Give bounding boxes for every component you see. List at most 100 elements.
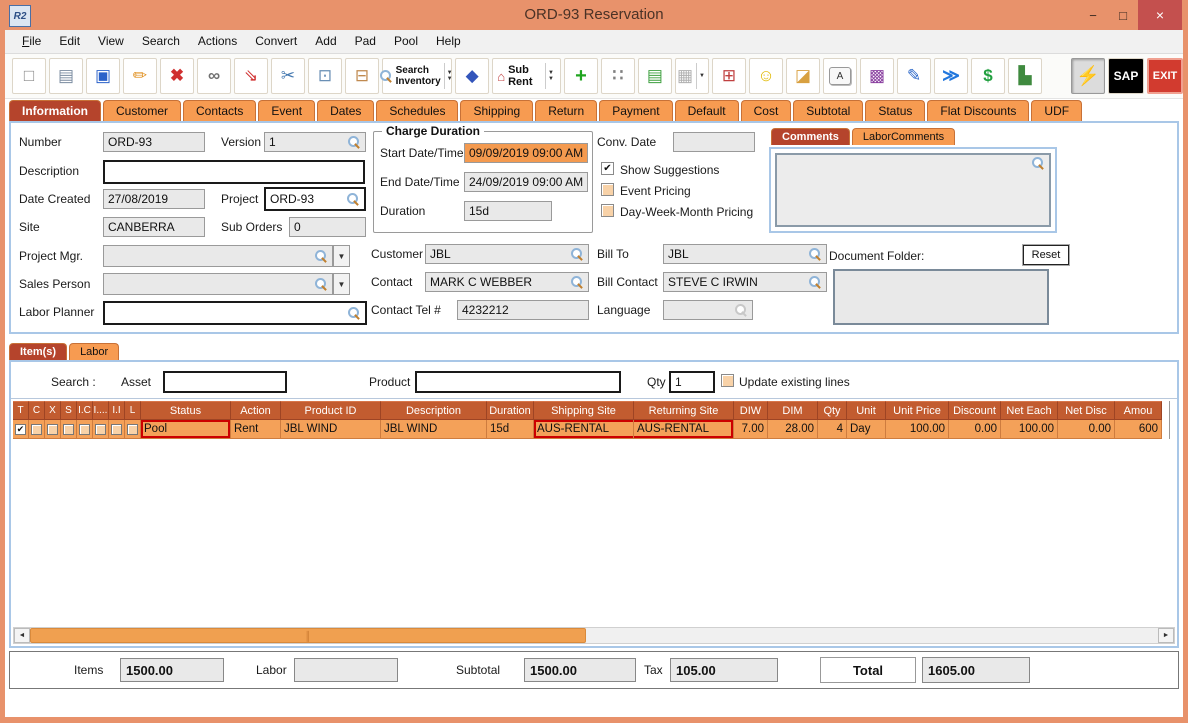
description-field[interactable] (103, 160, 365, 184)
cell-dim[interactable]: 28.00 (768, 420, 818, 439)
comments-textarea[interactable] (775, 153, 1051, 227)
folder-button[interactable]: ◪ (786, 58, 820, 94)
cell-unit[interactable]: Day (847, 420, 886, 439)
sub-rent-button[interactable]: ⌂ Sub Rent ▼▼ (492, 58, 561, 94)
scroll-left-arrow[interactable]: ◄ (14, 628, 30, 643)
sap-button[interactable]: SAP (1108, 58, 1144, 94)
search-icon[interactable] (315, 278, 328, 291)
contact-field[interactable]: MARK C WEBBER (425, 272, 589, 292)
tab-subtotal[interactable]: Subtotal (793, 100, 863, 121)
col-header-t[interactable]: T (13, 401, 29, 420)
version-field[interactable]: 1 (264, 132, 366, 152)
col-header-unit[interactable]: Unit (847, 401, 886, 420)
col-header-c[interactable]: C (29, 401, 45, 420)
col-header-returning-site[interactable]: Returning Site (634, 401, 734, 420)
col-header-dim[interactable]: DIM (768, 401, 818, 420)
cell-diw[interactable]: 7.00 (734, 420, 768, 439)
cell-duration[interactable]: 15d (487, 420, 534, 439)
search-icon[interactable] (809, 276, 822, 289)
labor-planner-field[interactable] (103, 301, 367, 325)
cell-description[interactable]: JBL WIND (381, 420, 487, 439)
add-line-button[interactable]: + (564, 58, 598, 94)
cell-unit-price[interactable]: 100.00 (886, 420, 949, 439)
scrollbar-thumb[interactable]: ║ (30, 628, 586, 643)
cell-net-each[interactable]: 100.00 (1001, 420, 1058, 439)
titlebar[interactable]: R2 ORD-93 Reservation − □ × (0, 0, 1188, 30)
menu-add[interactable]: Add (306, 30, 345, 53)
project-field[interactable]: ORD-93 (264, 187, 366, 211)
menu-pool[interactable]: Pool (385, 30, 427, 53)
tab-information[interactable]: Information (9, 100, 101, 121)
cube-button[interactable]: ▩ (860, 58, 894, 94)
col-header-diw[interactable]: DIW (734, 401, 768, 420)
edit-button[interactable]: ✏ (123, 58, 157, 94)
cell-discount[interactable]: 0.00 (949, 420, 1001, 439)
cell-action[interactable]: Rent (231, 420, 281, 439)
col-header-amount[interactable]: Amou (1115, 401, 1162, 420)
cell-shipping-site[interactable]: AUS-RENTAL (534, 420, 634, 439)
project-mgr-field[interactable] (103, 245, 333, 267)
new-document-button[interactable]: □ (12, 58, 46, 94)
col-header-description[interactable]: Description (381, 401, 487, 420)
sales-person-dropdown[interactable]: ▼ (333, 273, 350, 295)
chevron-down-icon[interactable]: ▼ (696, 63, 707, 89)
show-suggestions-checkbox[interactable]: ✔ (601, 162, 614, 175)
col-header-x[interactable]: X (45, 401, 61, 420)
tab-comments[interactable]: Comments (771, 128, 850, 145)
col-header-ii[interactable]: I.I (109, 401, 125, 420)
project-mgr-dropdown[interactable]: ▼ (333, 245, 350, 267)
product-input[interactable] (415, 371, 621, 393)
col-header-duration[interactable]: Duration (487, 401, 534, 420)
tab-flat-discounts[interactable]: Flat Discounts (927, 100, 1029, 121)
scroll-right-arrow[interactable]: ► (1158, 628, 1174, 643)
notes-button[interactable]: ▤ (638, 58, 672, 94)
day-week-month-checkbox[interactable] (601, 204, 614, 217)
cell-returning-site[interactable]: AUS-RENTAL (634, 420, 734, 439)
update-existing-lines-checkbox[interactable] (721, 374, 734, 387)
row-checkbox-ii[interactable] (111, 424, 122, 435)
reset-button[interactable]: Reset (1023, 245, 1069, 265)
menu-actions[interactable]: Actions (189, 30, 246, 53)
tab-status[interactable]: Status (865, 100, 925, 121)
memo-edit-button[interactable]: ✎ (897, 58, 931, 94)
menu-edit[interactable]: Edit (50, 30, 89, 53)
exit-button[interactable]: EXIT (1147, 58, 1183, 94)
col-header-qty[interactable]: Qty (818, 401, 847, 420)
table-row[interactable]: ✔ Pool Rent JBL WIND JBL WIND 15d AUS-RE… (13, 420, 1169, 439)
duration-field[interactable]: 15d (464, 201, 552, 221)
col-header-net-each[interactable]: Net Each (1001, 401, 1058, 420)
col-header-net-disc[interactable]: Net Disc (1058, 401, 1115, 420)
menu-search[interactable]: Search (133, 30, 189, 53)
send-dollar-button[interactable]: ≫ (934, 58, 968, 94)
cut-button[interactable]: ✂ (271, 58, 305, 94)
tab-schedules[interactable]: Schedules (376, 100, 458, 121)
row-checkbox-t[interactable]: ✔ (15, 424, 26, 435)
contacts-button[interactable]: ☺ (749, 58, 783, 94)
end-date-field[interactable]: 24/09/2019 09:00 AM (464, 172, 588, 192)
find-button[interactable]: ∞ (197, 58, 231, 94)
tab-labor[interactable]: Labor (69, 343, 119, 360)
invoice-dollar-button[interactable]: $ (971, 58, 1005, 94)
horizontal-scrollbar[interactable]: ◄ ║ ► (13, 627, 1175, 644)
col-header-product-id[interactable]: Product ID (281, 401, 381, 420)
org-chart-button[interactable]: ⊞ (712, 58, 746, 94)
menu-convert[interactable]: Convert (246, 30, 306, 53)
col-header-discount[interactable]: Discount (949, 401, 1001, 420)
col-header-status[interactable]: Status (141, 401, 231, 420)
shapes-button[interactable]: ◆ (455, 58, 489, 94)
bill-contact-field[interactable]: STEVE C IRWIN (663, 272, 827, 292)
sales-person-field[interactable] (103, 273, 333, 295)
search-icon[interactable] (348, 307, 361, 320)
col-header-shipping-site[interactable]: Shipping Site (534, 401, 634, 420)
col-header-idot[interactable]: I.... (93, 401, 109, 420)
col-header-s[interactable]: S (61, 401, 77, 420)
options-button[interactable]: ∷ (601, 58, 635, 94)
event-pricing-checkbox[interactable] (601, 183, 614, 196)
search-inventory-button[interactable]: SearchInventory ▼▼ (382, 58, 452, 94)
row-checkbox-s[interactable] (63, 424, 74, 435)
search-icon[interactable] (571, 248, 584, 261)
search-icon[interactable] (348, 136, 361, 149)
menu-pad[interactable]: Pad (346, 30, 385, 53)
asset-input[interactable] (163, 371, 287, 393)
save-button[interactable]: ▣ (86, 58, 120, 94)
